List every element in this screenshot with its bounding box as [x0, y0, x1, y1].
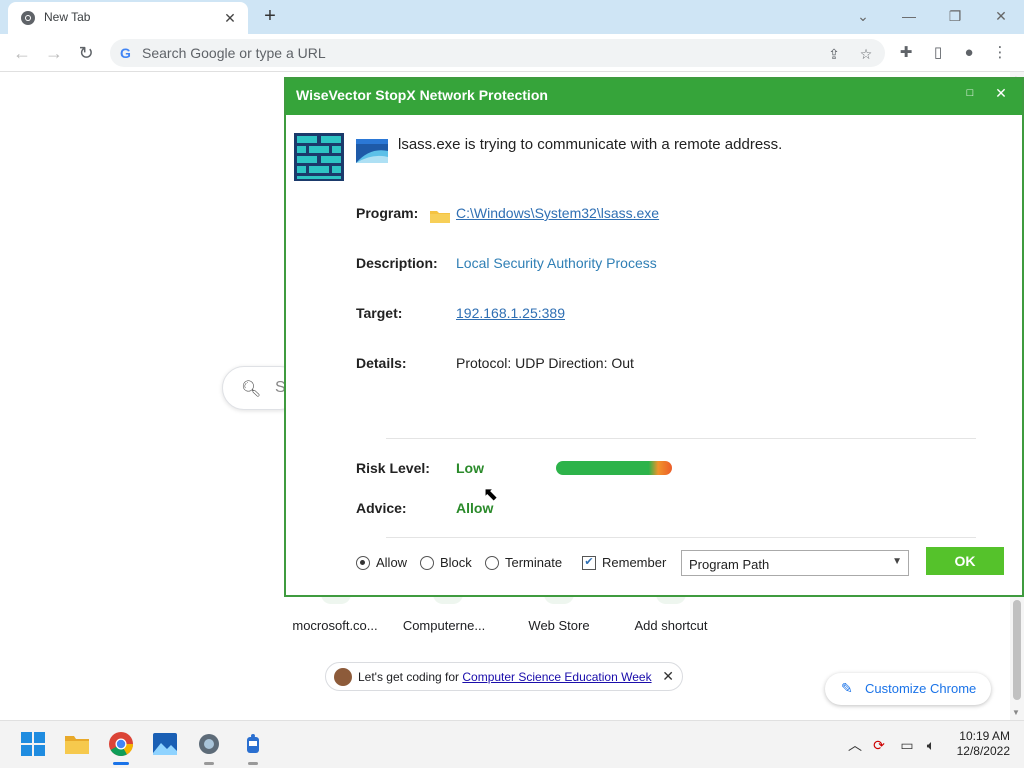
omnibox-placeholder: Search Google or type a URL — [142, 45, 326, 61]
omnibox[interactable]: G Search Google or type a URL ⇪ ☆ — [110, 39, 885, 67]
folder-icon[interactable] — [430, 209, 450, 223]
active-app-indicator — [113, 762, 129, 765]
dialog-close-icon[interactable]: ✕ — [991, 83, 1011, 103]
tab-strip: New Tab ✕ + ⌄ — ❐ ✕ — [0, 0, 1024, 34]
sync-alert-icon[interactable]: ⟳ — [870, 736, 888, 754]
remember-label: Remember — [602, 555, 667, 570]
divider — [386, 438, 976, 439]
app-indicator — [204, 762, 214, 765]
back-button[interactable]: ← — [10, 41, 34, 65]
divider — [386, 537, 976, 538]
windows-start-icon[interactable] — [20, 731, 46, 757]
ok-button[interactable]: OK — [926, 547, 1004, 575]
new-tab-button[interactable]: + — [258, 4, 282, 28]
radio-allow-label: Allow — [376, 555, 408, 570]
promo-banner: Let's get coding for Computer Science Ed… — [325, 662, 683, 691]
radio-allow[interactable]: Allow — [356, 555, 407, 570]
chrome-taskbar-icon[interactable] — [108, 731, 134, 757]
description-value: Local Security Authority Process — [456, 255, 657, 271]
chrome-icon — [21, 11, 35, 25]
windows-taskbar: ︿ ⟳ ▭ 🔈︎ 10:19 AM 12/8/2022 — [0, 720, 1024, 768]
risk-level-bar — [556, 461, 672, 475]
radio-allow-button[interactable] — [356, 555, 370, 570]
chevron-down-icon: ▼ — [892, 556, 902, 567]
risk-level-value: Low — [456, 460, 484, 476]
stopx-alert-dialog: WiseVector StopX Network Protection □ ✕ … — [284, 77, 1024, 597]
radio-block[interactable]: Block — [420, 555, 472, 570]
forward-button[interactable]: → — [42, 41, 66, 65]
scroll-thumb[interactable] — [1013, 600, 1021, 700]
radio-terminate-button[interactable] — [485, 555, 499, 570]
share-icon[interactable]: ⇪ — [825, 45, 843, 63]
customize-chrome-button[interactable]: ✎ Customize Chrome — [825, 673, 991, 705]
remember-option[interactable]: ✔ Remember — [582, 555, 666, 570]
firewall-icon — [294, 133, 344, 181]
radio-terminate-label: Terminate — [505, 555, 563, 570]
tab-new-tab[interactable]: New Tab ✕ — [8, 2, 248, 34]
customize-chrome-label: Customize Chrome — [865, 681, 977, 696]
clock-time: 10:19 AM — [959, 729, 1010, 743]
extensions-icon[interactable]: ✚ — [896, 43, 916, 63]
program-path-link[interactable]: C:\Windows\System32\lsass.exe — [456, 205, 659, 221]
browser-toolbar: ← → ↻ G Search Google or type a URL ⇪ ☆ … — [0, 34, 1024, 72]
bookmark-star-icon[interactable]: ☆ — [857, 45, 875, 63]
close-window-button[interactable]: ✕ — [986, 4, 1016, 28]
remember-checkbox[interactable]: ✔ — [582, 555, 596, 570]
description-label: Description: — [356, 255, 438, 271]
wisevector-icon[interactable] — [240, 731, 266, 757]
scroll-down-icon[interactable]: ▼ — [1012, 708, 1020, 717]
promo-avatar-icon — [334, 668, 352, 686]
search-icon: 🔍︎ — [241, 381, 262, 398]
photos-icon[interactable] — [152, 731, 178, 757]
application-icon — [356, 139, 388, 163]
restore-button[interactable]: ❐ — [940, 4, 970, 28]
alert-message: lsass.exe is trying to communicate with … — [398, 136, 783, 153]
dialog-title: WiseVector StopX Network Protection — [296, 87, 548, 103]
shortcut-add[interactable]: Add shortcut — [616, 618, 726, 633]
radio-terminate[interactable]: Terminate — [485, 555, 562, 570]
network-icon[interactable]: ▭ — [898, 736, 916, 754]
pencil-icon: ✎ — [841, 680, 853, 696]
reload-button[interactable]: ↻ — [74, 41, 98, 65]
radio-block-button[interactable] — [420, 555, 434, 570]
shortcut-web-store[interactable]: Web Store — [504, 618, 614, 633]
volume-icon[interactable]: 🔈︎ — [922, 736, 940, 754]
advice-label: Advice: — [356, 500, 407, 516]
radio-block-label: Block — [440, 555, 472, 570]
dialog-titlebar[interactable]: WiseVector StopX Network Protection □ ✕ — [286, 79, 1022, 115]
menu-icon[interactable]: ⋮ — [990, 43, 1010, 63]
rule-type-select[interactable]: Program Path ▼ — [681, 550, 909, 576]
settings-gear-icon[interactable] — [196, 731, 222, 757]
file-explorer-icon[interactable] — [64, 731, 90, 757]
minimize-button[interactable]: — — [894, 4, 924, 28]
google-icon: G — [120, 45, 131, 61]
target-link[interactable]: 192.168.1.25:389 — [456, 305, 565, 321]
program-label: Program: — [356, 205, 419, 221]
close-tab-icon[interactable]: ✕ — [220, 8, 240, 28]
shortcut-computerne[interactable]: Computerne... — [389, 618, 499, 633]
target-label: Target: — [356, 305, 403, 321]
app-indicator — [248, 762, 258, 765]
mouse-cursor-icon: ⬉ — [483, 484, 499, 504]
side-panel-icon[interactable]: ▯ — [928, 43, 948, 63]
shortcut-microsoft[interactable]: mocrosoft.co... — [280, 618, 390, 633]
details-value: Protocol: UDP Direction: Out — [456, 355, 634, 371]
tab-title: New Tab — [44, 10, 91, 24]
maximize-icon[interactable]: □ — [960, 83, 980, 103]
promo-close-icon[interactable]: ✕ — [662, 668, 674, 685]
system-clock[interactable]: 10:19 AM 12/8/2022 — [950, 729, 1010, 759]
rule-type-value: Program Path — [689, 557, 770, 572]
tab-search-icon[interactable]: ⌄ — [848, 4, 878, 28]
promo-link[interactable]: Computer Science Education Week — [462, 670, 651, 684]
risk-level-label: Risk Level: — [356, 460, 430, 476]
profile-icon[interactable]: ● — [959, 43, 979, 63]
details-label: Details: — [356, 355, 407, 371]
show-hidden-icons-chevron[interactable]: ︿ — [846, 736, 864, 754]
clock-date: 12/8/2022 — [956, 744, 1010, 758]
promo-text: Let's get coding for Computer Science Ed… — [358, 670, 652, 684]
